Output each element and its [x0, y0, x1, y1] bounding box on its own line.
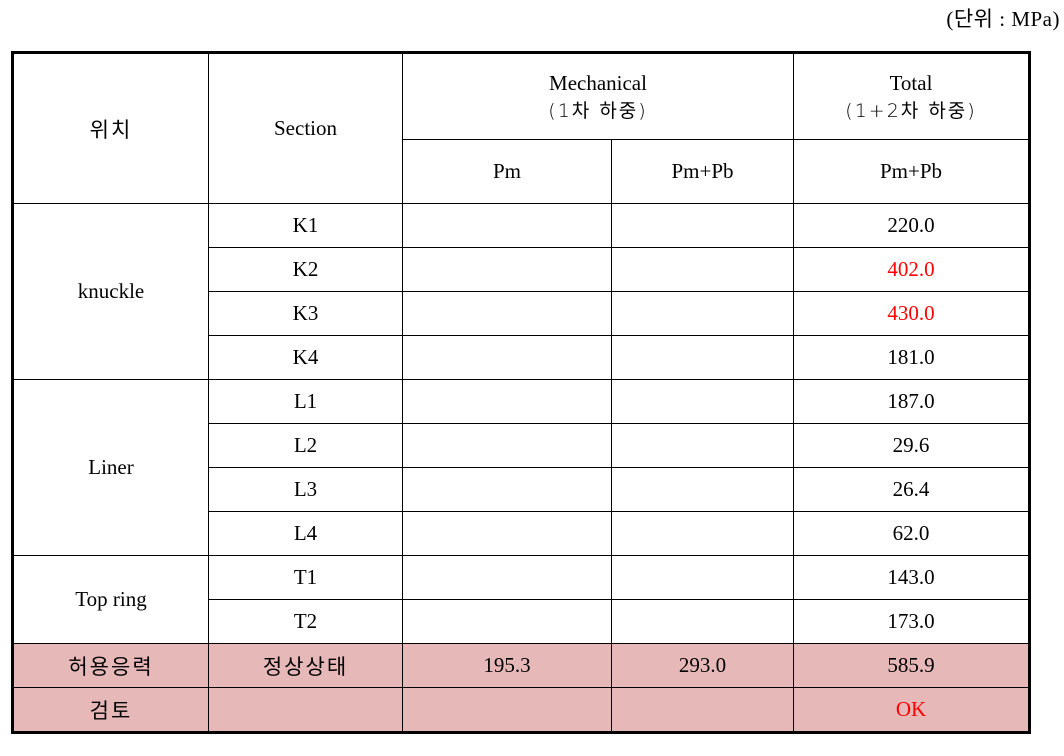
pm-cell [402, 203, 612, 248]
section-cell: L3 [208, 467, 403, 512]
unit-label: (단위 : MPa) [946, 7, 1060, 31]
table-row: Liner L1 187.0 [12, 379, 1030, 556]
pm-pb-cell [611, 511, 794, 556]
pm-cell [402, 599, 612, 644]
pm-pb-cell [611, 335, 794, 380]
allowable-stress-row-pm: 195.3 [402, 643, 612, 688]
review-row-label: 검토 [12, 687, 209, 733]
stress-table: 위치 Section Mechanical (1차 하중) Total (1+2… [11, 51, 1031, 734]
header-section: Section [208, 52, 403, 204]
total-pm-pb-cell: 220.0 [793, 203, 1030, 248]
pm-cell [402, 335, 612, 380]
allowable-stress-row-pm-pb: 293.0 [611, 643, 794, 688]
total-pm-pb-cell: 430.0 [793, 291, 1030, 336]
allowable-stress-row-label: 허용응력 [12, 643, 209, 688]
header-mechanical-title: Mechanical [549, 70, 647, 95]
header-position: 위치 [12, 52, 209, 204]
pm-pb-cell [611, 423, 794, 468]
section-cell: K1 [208, 203, 403, 248]
total-pm-pb-cell: 187.0 [793, 379, 1030, 424]
pm-pb-cell [611, 555, 794, 600]
total-pm-pb-cell: 62.0 [793, 511, 1030, 556]
table-row: knuckle K1 220.0 [12, 203, 1030, 380]
section-cell: T2 [208, 599, 403, 644]
pm-pb-cell [611, 291, 794, 336]
section-cell: L1 [208, 379, 403, 424]
total-pm-pb-cell: 181.0 [793, 335, 1030, 380]
pm-cell [402, 247, 612, 292]
total-pm-pb-cell: 402.0 [793, 247, 1030, 292]
review-row-condition [208, 687, 403, 733]
pm-pb-cell [611, 203, 794, 248]
allowable-stress-row-total: 585.9 [793, 643, 1030, 688]
header-mechanical-sub: (1차 하중) [548, 99, 648, 122]
group-name: Liner [12, 379, 209, 556]
pm-pb-cell [611, 379, 794, 424]
section-cell: K3 [208, 291, 403, 336]
section-cell: L4 [208, 511, 403, 556]
section-cell: K2 [208, 247, 403, 292]
allowable-stress-row: 허용응력 정상상태 195.3 293.0 585.9 [12, 643, 1030, 688]
header-row-1: 위치 Section Mechanical (1차 하중) Total (1+2… [12, 52, 1030, 204]
pm-cell [402, 467, 612, 512]
section-cell: L2 [208, 423, 403, 468]
pm-cell [402, 291, 612, 336]
allowable-stress-row-condition: 정상상태 [208, 643, 403, 688]
table-row: Top ring T1 143.0 [12, 555, 1030, 644]
review-row-total: OK [793, 687, 1030, 733]
pm-pb-cell [611, 599, 794, 644]
group-name: knuckle [12, 203, 209, 380]
total-pm-pb-cell: 29.6 [793, 423, 1030, 468]
section-cell: T1 [208, 555, 403, 600]
section-cell: K4 [208, 335, 403, 380]
total-pm-pb-cell: 143.0 [793, 555, 1030, 600]
pm-cell [402, 511, 612, 556]
total-pm-pb-cell: 173.0 [793, 599, 1030, 644]
header-pm-pb: Pm+Pb [611, 139, 794, 204]
header-pm: Pm [402, 139, 612, 204]
pm-pb-cell [611, 467, 794, 512]
pm-pb-cell [611, 247, 794, 292]
total-pm-pb-cell: 26.4 [793, 467, 1030, 512]
pm-cell [402, 379, 612, 424]
pm-cell [402, 555, 612, 600]
group-name: Top ring [12, 555, 209, 644]
header-total-sub: (1+2차 하중) [845, 99, 977, 122]
header-mechanical: Mechanical (1차 하중) [402, 52, 794, 140]
review-row-pm-pb [611, 687, 794, 733]
header-total-title: Total [889, 70, 933, 95]
review-row: 검토 OK [12, 687, 1030, 733]
pm-cell [402, 423, 612, 468]
review-row-pm [402, 687, 612, 733]
header-total: Total (1+2차 하중) [793, 52, 1030, 140]
header-total-pm-pb: Pm+Pb [793, 139, 1030, 204]
